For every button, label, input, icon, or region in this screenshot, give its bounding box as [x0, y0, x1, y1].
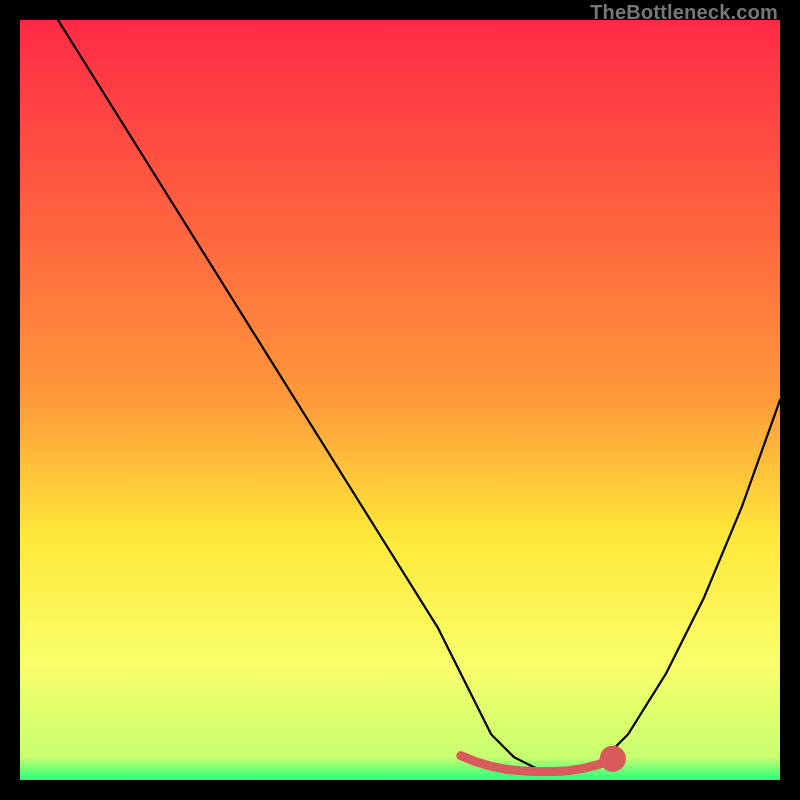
highlight-endpoint-dot: [600, 746, 626, 772]
plot-area: [20, 20, 780, 780]
gradient-background: [20, 20, 780, 780]
chart-svg: [20, 20, 780, 780]
chart-frame: TheBottleneck.com: [0, 0, 800, 800]
